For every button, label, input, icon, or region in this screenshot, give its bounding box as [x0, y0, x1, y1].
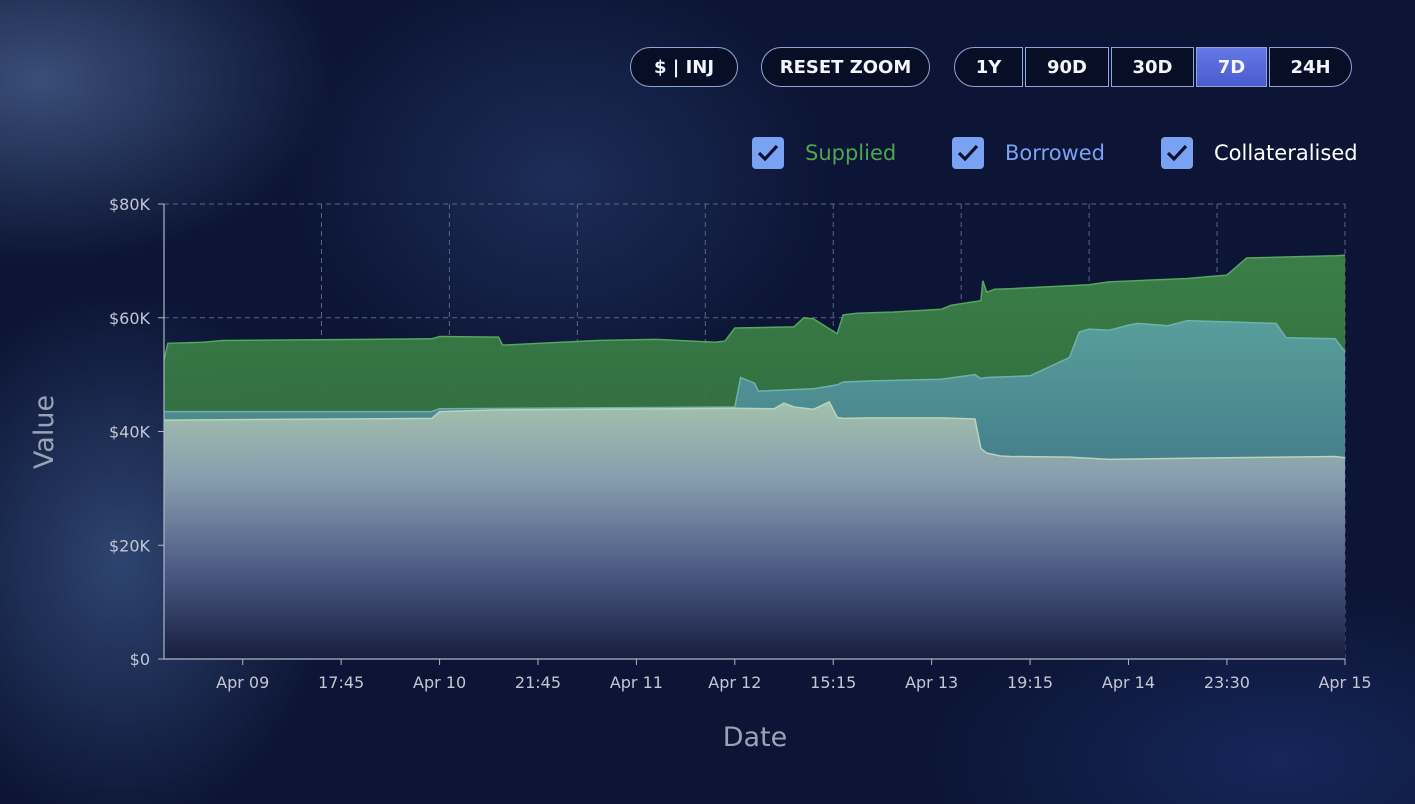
x-tick-label: Apr 13 — [905, 673, 958, 692]
x-tick-label: 17:45 — [318, 673, 364, 692]
x-tick-label: Apr 12 — [708, 673, 761, 692]
x-tick-label: 19:15 — [1007, 673, 1053, 692]
x-tick-label: 21:45 — [515, 673, 561, 692]
y-tick-label: $20K — [109, 536, 151, 555]
y-tick-label: $0 — [130, 650, 150, 669]
x-tick-label: 23:30 — [1204, 673, 1250, 692]
x-tick-label: Apr 15 — [1318, 673, 1371, 692]
x-axis-title: Date — [723, 722, 788, 753]
x-tick-label: Apr 09 — [216, 673, 269, 692]
y-tick-label: $80K — [109, 195, 151, 214]
x-tick-label: Apr 14 — [1102, 673, 1155, 692]
y-axis-title: Value — [29, 395, 60, 469]
area-chart[interactable]: $0 $20K $40K $60K $80K Apr 09 17:45 Apr 10 21:4… — [0, 0, 1415, 804]
y-tick-label: $60K — [109, 309, 151, 328]
x-tick-label: 15:15 — [810, 673, 856, 692]
y-tick-label: $40K — [109, 423, 151, 442]
x-tick-label: Apr 11 — [610, 673, 663, 692]
x-tick-label: Apr 10 — [413, 673, 466, 692]
